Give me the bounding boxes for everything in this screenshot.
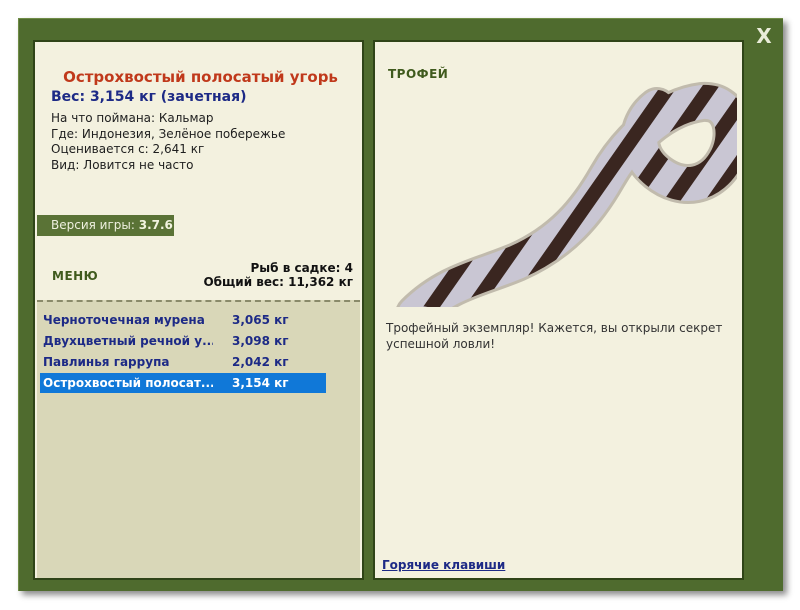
keepnet-count: Рыб в садке: 4 [250, 261, 354, 275]
list-item-weight: 3,065 кг [232, 313, 289, 327]
fish-weight: Вес: 3,154 кг (зачетная) [51, 89, 247, 105]
rarity-line: Вид: Ловится не часто [51, 157, 194, 172]
fish-details: На что поймана: Кальмар Где: Индонезия, … [51, 111, 285, 173]
list-item-selected[interactable]: Острохвостый полосат... 3,154 кг [40, 373, 326, 393]
fish-list: Черноточечная мурена 3,065 кг Двухцветны… [37, 300, 360, 578]
trophy-message: Трофейный экземпляр! Кажется, вы открыли… [386, 321, 723, 351]
list-item-weight: 3,154 кг [232, 376, 289, 390]
min-weight-line: Оценивается с: 2,641 кг [51, 142, 205, 156]
list-item-weight: 2,042 кг [232, 355, 289, 369]
fish-title: Острохвостый полосатый угорь [63, 68, 338, 86]
bait-line: На что поймана: Кальмар [51, 111, 214, 125]
banded-eel-illustration [394, 82, 737, 307]
version-badge: Версия игры: 3.7.6 [37, 215, 174, 236]
hotkeys-link[interactable]: Горячие клавиши [382, 558, 505, 572]
list-item-name: Черноточечная мурена [43, 313, 205, 327]
close-icon[interactable]: X [754, 26, 774, 46]
list-item[interactable]: Двухцветный речной у... 3,098 кг [40, 331, 326, 351]
version-label: Версия игры: [51, 218, 135, 232]
keepnet-summary: Рыб в садке: 4 Общий вес: 11,362 кг [203, 261, 353, 289]
menu-button[interactable]: МЕНЮ [52, 269, 98, 283]
list-item-name: Острохвостый полосат... [43, 376, 213, 390]
list-item-weight: 3,098 кг [232, 334, 289, 348]
list-item[interactable]: Черноточечная мурена 3,065 кг [40, 310, 326, 330]
list-item-name: Павлинья гаррупа [43, 355, 170, 369]
keepnet-total-weight: Общий вес: 11,362 кг [203, 275, 353, 289]
list-item-name: Двухцветный речной у... [43, 334, 213, 348]
fish-info-panel: Острохвостый полосатый угорь Вес: 3,154 … [33, 40, 364, 580]
version-value: 3.7.6 [138, 218, 173, 232]
location-line: Где: Индонезия, Зелёное побережье [51, 126, 286, 141]
list-item[interactable]: Павлинья гаррупа 2,042 кг [40, 352, 326, 372]
trophy-panel: ТРОФЕЙ Трофейный экземпляр! Кажется, вы … [373, 40, 744, 580]
